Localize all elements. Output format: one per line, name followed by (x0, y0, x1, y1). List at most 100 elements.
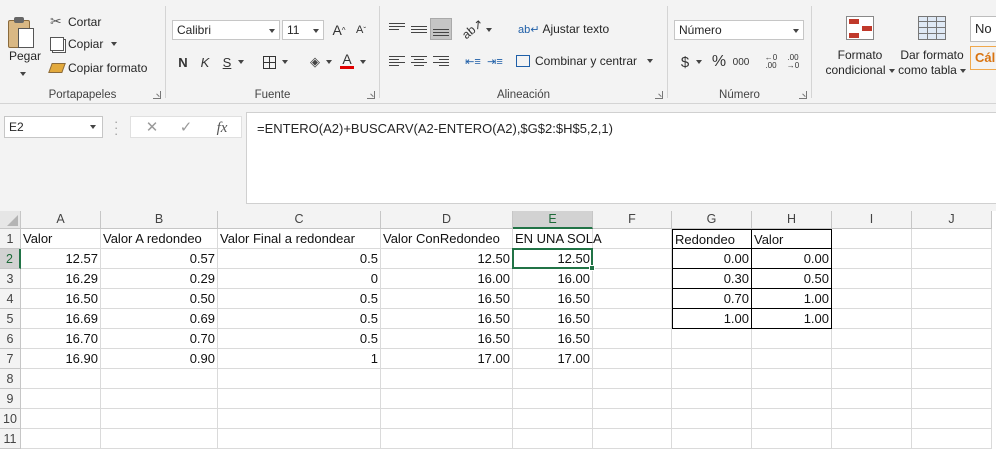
column-header-i[interactable]: I (832, 211, 912, 229)
column-header-a[interactable]: A (21, 211, 101, 229)
merge-center-button[interactable]: Combinar y centrar (516, 54, 654, 68)
column-header-c[interactable]: C (218, 211, 381, 229)
cell-f11[interactable] (593, 429, 672, 449)
thousands-button[interactable]: 000 (730, 51, 752, 73)
cell-a1[interactable]: Valor (21, 229, 101, 249)
cell-h10[interactable] (752, 409, 832, 429)
font-name-select[interactable]: Calibri (172, 20, 280, 40)
chevron-down-icon[interactable] (326, 60, 332, 64)
cell-d1[interactable]: Valor ConRedondeo (381, 229, 513, 249)
format-painter-button[interactable]: Copiar formato (48, 61, 147, 75)
borders-button[interactable] (258, 51, 280, 73)
cell-i5[interactable] (832, 309, 912, 329)
insert-function-icon[interactable]: fx (207, 117, 237, 139)
alignment-launcher-icon[interactable] (655, 91, 663, 99)
copy-button[interactable]: Copiar (50, 37, 118, 51)
decrease-indent-button[interactable]: ⇤≡ (462, 50, 484, 72)
cell-f7[interactable] (593, 349, 672, 369)
column-header-h[interactable]: H (752, 211, 832, 229)
cell-e6[interactable]: 16.50 (513, 329, 593, 349)
cell-d5[interactable]: 16.50 (381, 309, 513, 329)
cell-j2[interactable] (912, 249, 992, 269)
cell-i8[interactable] (832, 369, 912, 389)
cell-c10[interactable] (218, 409, 381, 429)
cell-i4[interactable] (832, 289, 912, 309)
cell-g9[interactable] (672, 389, 752, 409)
cell-e9[interactable] (513, 389, 593, 409)
row-header-3[interactable]: 3 (0, 269, 21, 289)
font-color-button[interactable]: A (336, 49, 358, 71)
cell-j5[interactable] (912, 309, 992, 329)
cell-b8[interactable] (101, 369, 218, 389)
cell-c5[interactable]: 0.5 (218, 309, 381, 329)
cell-e7[interactable]: 17.00 (513, 349, 593, 369)
cell-e1[interactable]: EN UNA SOLA (513, 229, 602, 249)
cell-g3[interactable]: 0.30 (672, 268, 752, 289)
cell-b1[interactable]: Valor A redondeo (101, 229, 218, 249)
row-header-1[interactable]: 1 (0, 229, 21, 249)
cell-c2[interactable]: 0.5 (218, 249, 381, 269)
cell-d7[interactable]: 17.00 (381, 349, 513, 369)
align-left-button[interactable] (386, 50, 408, 72)
cell-b6[interactable]: 0.70 (101, 329, 218, 349)
cell-i2[interactable] (832, 249, 912, 269)
cell-i6[interactable] (832, 329, 912, 349)
column-header-j[interactable]: J (912, 211, 992, 229)
cell-i3[interactable] (832, 269, 912, 289)
column-header-b[interactable]: B (101, 211, 218, 229)
row-header-11[interactable]: 11 (0, 429, 21, 449)
shrink-font-button[interactable]: Aˇ (350, 19, 372, 41)
cell-j10[interactable] (912, 409, 992, 429)
decrease-decimal-button[interactable]: .00 →0 (782, 51, 804, 73)
row-header-4[interactable]: 4 (0, 289, 21, 309)
increase-indent-button[interactable]: ⇥≡ (484, 50, 506, 72)
cell-b3[interactable]: 0.29 (101, 269, 218, 289)
cell-f8[interactable] (593, 369, 672, 389)
cell-c1[interactable]: Valor Final a redondear (218, 229, 381, 249)
cell-h9[interactable] (752, 389, 832, 409)
cell-d8[interactable] (381, 369, 513, 389)
cell-b11[interactable] (101, 429, 218, 449)
cell-j8[interactable] (912, 369, 992, 389)
cell-a10[interactable] (21, 409, 101, 429)
chevron-down-icon[interactable] (696, 60, 702, 64)
cell-h2[interactable]: 0.00 (751, 248, 832, 269)
cell-g1[interactable]: Redondeo (672, 229, 752, 249)
cell-i9[interactable] (832, 389, 912, 409)
cell-h4[interactable]: 1.00 (751, 288, 832, 309)
wrap-text-button[interactable]: ab↵ Ajustar texto (518, 22, 609, 36)
cell-d2[interactable]: 12.50 (381, 249, 513, 269)
align-right-button[interactable] (430, 50, 452, 72)
increase-decimal-button[interactable]: ←0.00 (760, 51, 782, 73)
cell-g6[interactable] (672, 329, 752, 349)
cell-g11[interactable] (672, 429, 752, 449)
cell-f4[interactable] (593, 289, 672, 309)
cell-g5[interactable]: 1.00 (672, 308, 752, 329)
cell-i1[interactable] (832, 229, 912, 249)
font-size-select[interactable]: 11 (282, 20, 324, 40)
cell-c9[interactable] (218, 389, 381, 409)
enter-icon[interactable]: ✓ (171, 117, 201, 139)
cell-i11[interactable] (832, 429, 912, 449)
cell-e2[interactable]: 12.50 (513, 249, 593, 269)
cell-b4[interactable]: 0.50 (101, 289, 218, 309)
cell-b2[interactable]: 0.57 (101, 249, 218, 269)
cell-b5[interactable]: 0.69 (101, 309, 218, 329)
cell-a3[interactable]: 16.29 (21, 269, 101, 289)
cell-h11[interactable] (752, 429, 832, 449)
bold-button[interactable]: N (172, 51, 194, 73)
select-all-button[interactable] (0, 211, 21, 229)
align-middle-button[interactable] (408, 18, 430, 40)
column-header-e[interactable]: E (513, 211, 593, 229)
cell-j11[interactable] (912, 429, 992, 449)
cell-a4[interactable]: 16.50 (21, 289, 101, 309)
cell-j7[interactable] (912, 349, 992, 369)
cell-a8[interactable] (21, 369, 101, 389)
cell-c6[interactable]: 0.5 (218, 329, 381, 349)
cell-b7[interactable]: 0.90 (101, 349, 218, 369)
cell-j1[interactable] (912, 229, 992, 249)
clipboard-launcher-icon[interactable] (153, 91, 161, 99)
cell-a6[interactable]: 16.70 (21, 329, 101, 349)
font-launcher-icon[interactable] (367, 91, 375, 99)
cell-d3[interactable]: 16.00 (381, 269, 513, 289)
